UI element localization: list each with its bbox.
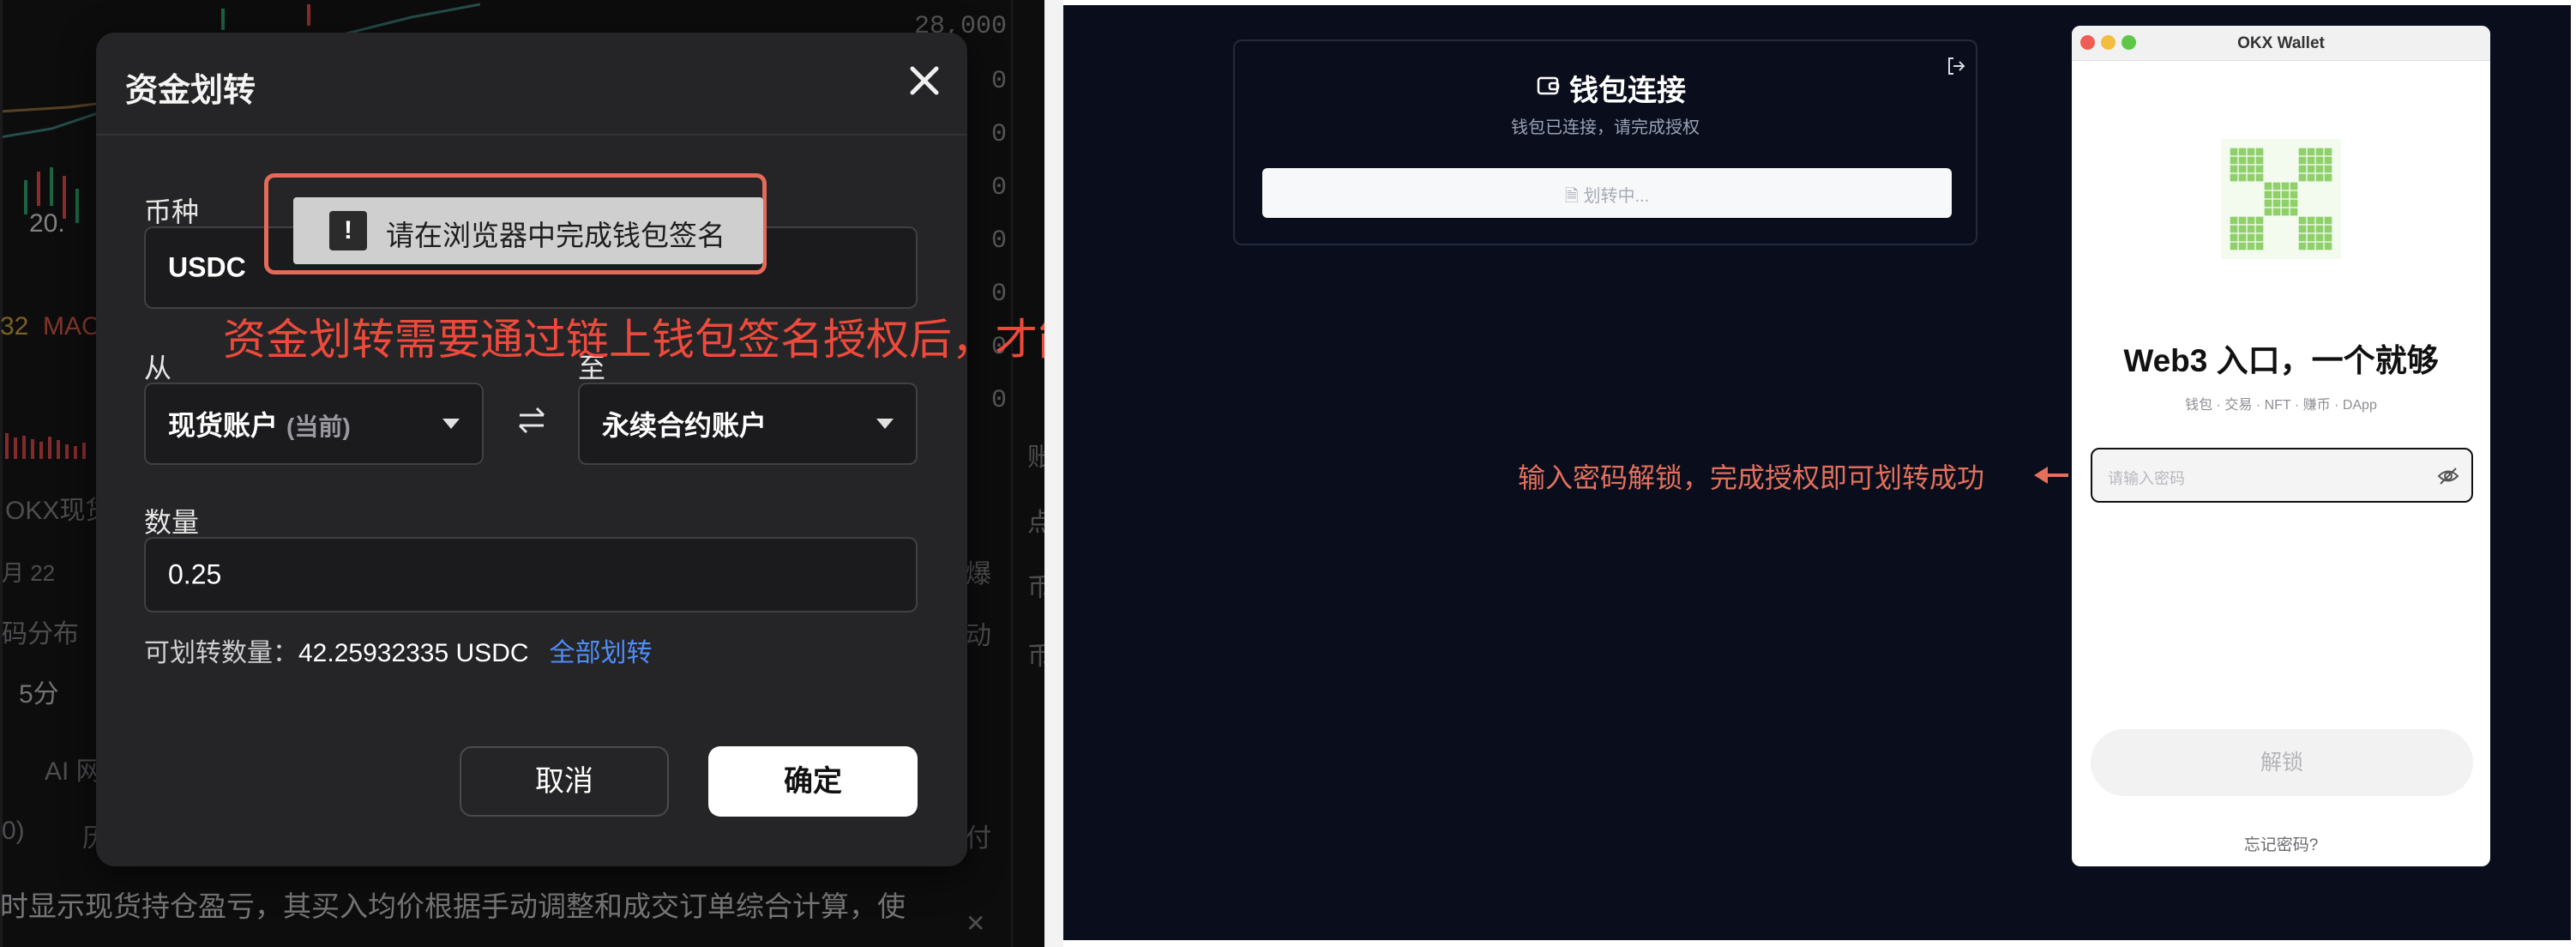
to-account-value: 永续合约账户: [602, 410, 767, 441]
currency-label: 币种: [144, 196, 200, 227]
available-label: 可划转数量：: [144, 639, 298, 667]
document-icon: 🗎: [1564, 187, 1584, 206]
transfer-dialog: 资金划转 币种 USDC 从 现货账户 (当前) 至 永续合约账户 数量 0.2…: [96, 33, 967, 866]
wallet-connect-card: 钱包连接 钱包已连接，请完成授权 🗎 划转中...: [1233, 39, 1977, 245]
signature-toast: ! 请在浏览器中完成钱包签名: [293, 197, 763, 264]
forgot-password-link[interactable]: 忘记密码?: [2072, 832, 2490, 855]
connect-title: 钱包连接: [1569, 75, 1686, 107]
warning-icon: !: [329, 211, 367, 250]
transferring-label: 🗎 划转中...: [1262, 182, 1952, 213]
transferring-button[interactable]: 🗎 划转中...: [1262, 168, 1952, 218]
logout-icon[interactable]: [1945, 55, 1967, 77]
panel-divider: [1044, 0, 1063, 947]
from-account-value: 现货账户: [168, 410, 279, 441]
exchange-app-panel: 28,000 0 0 0 0 0 0 0 20. 32 MAC OKX现货 月 …: [0, 0, 1044, 947]
dialog-title: 资金划转: [125, 73, 256, 109]
window-titlebar: OKX Wallet: [2072, 26, 2490, 61]
wallet-tagline: 钱包 · 交易 · NFT · 赚币 · DApp: [2185, 398, 2377, 413]
arrow-left-icon: [2034, 467, 2068, 484]
amount-input[interactable]: 0.25: [144, 537, 918, 612]
swap-icon[interactable]: [515, 403, 549, 437]
okx-wallet-popup: OKX Wallet Web3 入口，一个就够 钱包 · 交易 · NFT · …: [2072, 26, 2490, 866]
confirm-button[interactable]: 确定: [708, 746, 918, 817]
password-placeholder: 请输入密码: [2108, 470, 2185, 487]
wallet-headline: Web3 入口，一个就够: [2123, 343, 2439, 378]
okx-logo-icon: [2221, 139, 2341, 259]
password-input[interactable]: 请输入密码: [2091, 448, 2473, 503]
eye-off-icon[interactable]: [2437, 467, 2459, 486]
close-icon[interactable]: [902, 58, 947, 103]
from-account-select[interactable]: 现货账户 (当前): [144, 383, 484, 465]
current-tag: (当前): [286, 413, 351, 440]
to-account-select[interactable]: 永续合约账户: [578, 383, 918, 465]
available-value: 42.25932335 USDC: [298, 639, 529, 667]
annotation-right: 输入密码解锁，完成授权即可划转成功: [1518, 462, 1985, 493]
unlock-button[interactable]: 解锁: [2091, 729, 2473, 796]
toast-message: 请在浏览器中完成钱包签名: [386, 220, 725, 251]
transferring-text: 划转中...: [1583, 187, 1650, 206]
chevron-down-icon: [876, 419, 894, 429]
connect-subtitle: 钱包已连接，请完成授权: [1511, 118, 1700, 137]
chevron-down-icon: [442, 419, 460, 429]
from-label: 从: [144, 353, 172, 383]
dialog-header: 资金划转: [96, 33, 967, 136]
available-amount: 可划转数量：42.25932335 USDC 全部划转: [144, 631, 653, 669]
wallet-icon: [1537, 76, 1560, 95]
amount-value: 0.25: [168, 558, 222, 590]
amount-label: 数量: [144, 507, 200, 538]
currency-value: USDC: [168, 251, 246, 283]
web-dapp-panel: 钱包连接 钱包已连接，请完成授权 🗎 划转中... 输入密码解锁，完成授权即可划…: [1063, 5, 2571, 940]
cancel-button[interactable]: 取消: [460, 746, 669, 817]
transfer-all-link[interactable]: 全部划转: [550, 639, 653, 667]
window-title: OKX Wallet: [2237, 34, 2325, 52]
